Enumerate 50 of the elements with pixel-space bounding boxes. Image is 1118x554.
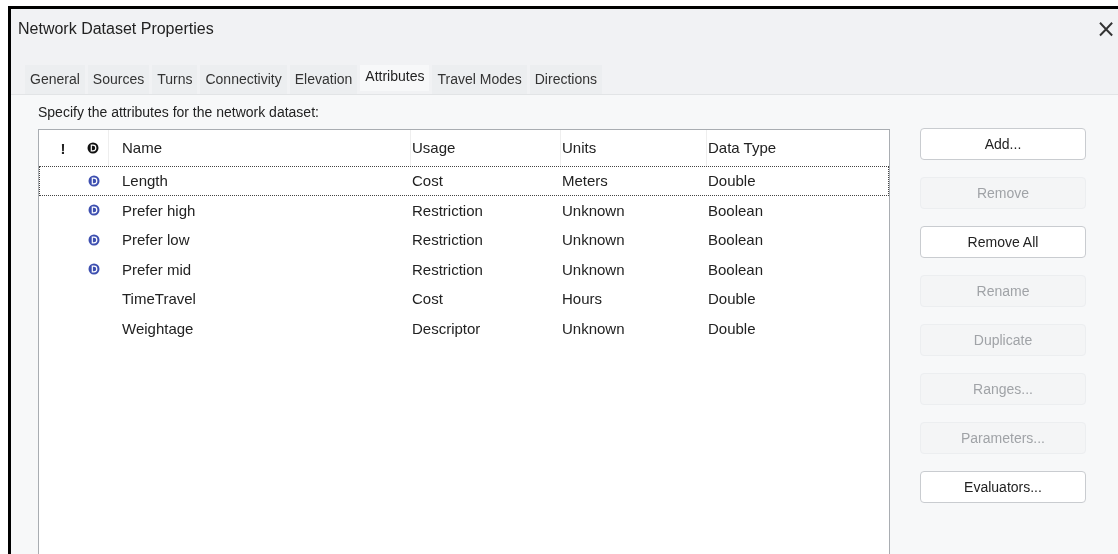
table-cell-text: Prefer low xyxy=(121,231,191,249)
action-button[interactable]: Evaluators... xyxy=(920,471,1086,503)
table-cell-text: Unknown xyxy=(561,201,626,219)
table-cell-text: Double xyxy=(707,172,757,190)
table-row[interactable]: Length Cost Meters Double xyxy=(39,166,889,196)
column-header[interactable]: ! xyxy=(39,139,79,157)
tab[interactable]: Elevation xyxy=(289,65,358,94)
table-cell-text: Double xyxy=(707,319,757,337)
table-cell-text: Cost xyxy=(411,172,444,190)
table-cell-text: Restriction xyxy=(411,231,484,249)
tab[interactable]: Attributes xyxy=(360,65,430,91)
table-cell-text: Double xyxy=(707,290,757,308)
close-button[interactable]: × xyxy=(1093,15,1118,43)
action-button[interactable]: Add... xyxy=(920,128,1086,160)
default-header-icon xyxy=(87,142,99,154)
table-cell-text: Hours xyxy=(561,290,603,308)
column-header[interactable]: Data Type xyxy=(706,130,846,166)
column-header[interactable]: Name xyxy=(108,130,410,166)
table-cell-text: Restriction xyxy=(411,201,484,219)
table-cell-text: Length xyxy=(121,172,169,190)
table-cell-text: Meters xyxy=(561,172,609,190)
table-cell-text: Boolean xyxy=(707,201,765,219)
tab[interactable]: Turns xyxy=(152,65,198,94)
table-cell-text: Boolean xyxy=(707,231,765,249)
tab[interactable]: Sources xyxy=(87,65,150,94)
table-cell-text: Prefer high xyxy=(121,201,197,219)
table-cell-text: TimeTravel xyxy=(121,290,197,308)
action-button[interactable]: Remove All xyxy=(920,226,1086,258)
table-cell-text: Prefer mid xyxy=(121,260,193,278)
tab[interactable]: Directions xyxy=(529,65,602,94)
table-row[interactable]: Weightage Descriptor Unknown Double xyxy=(39,313,889,343)
table-row[interactable]: Prefer low Restriction Unknown Boolean xyxy=(39,225,889,255)
column-header[interactable]: Units xyxy=(560,130,706,166)
table-cell-text: Weightage xyxy=(121,319,195,337)
instruction-text: Specify the attributes for the network dataset: xyxy=(38,104,320,120)
table-cell-text: Unknown xyxy=(561,319,626,337)
table-cell-text: Unknown xyxy=(561,231,626,249)
table-row[interactable]: Prefer mid Restriction Unknown Boolean xyxy=(39,254,889,284)
tab[interactable]: Travel Modes xyxy=(432,65,527,94)
window-title: Network Dataset Properties xyxy=(18,20,214,38)
table-cell-text: Boolean xyxy=(707,260,765,278)
table-cell-text: Cost xyxy=(411,290,444,308)
tab[interactable]: General xyxy=(25,65,85,94)
table-row[interactable]: Prefer high Restriction Unknown Boolean xyxy=(39,195,889,225)
table-cell-text: Unknown xyxy=(561,260,626,278)
tab[interactable]: Connectivity xyxy=(200,65,287,94)
table-cell-text: Restriction xyxy=(411,260,484,278)
table-row[interactable]: TimeTravel Cost Hours Double xyxy=(39,284,889,314)
column-header[interactable]: Usage xyxy=(410,130,560,166)
table-cell-text: Descriptor xyxy=(411,319,482,337)
